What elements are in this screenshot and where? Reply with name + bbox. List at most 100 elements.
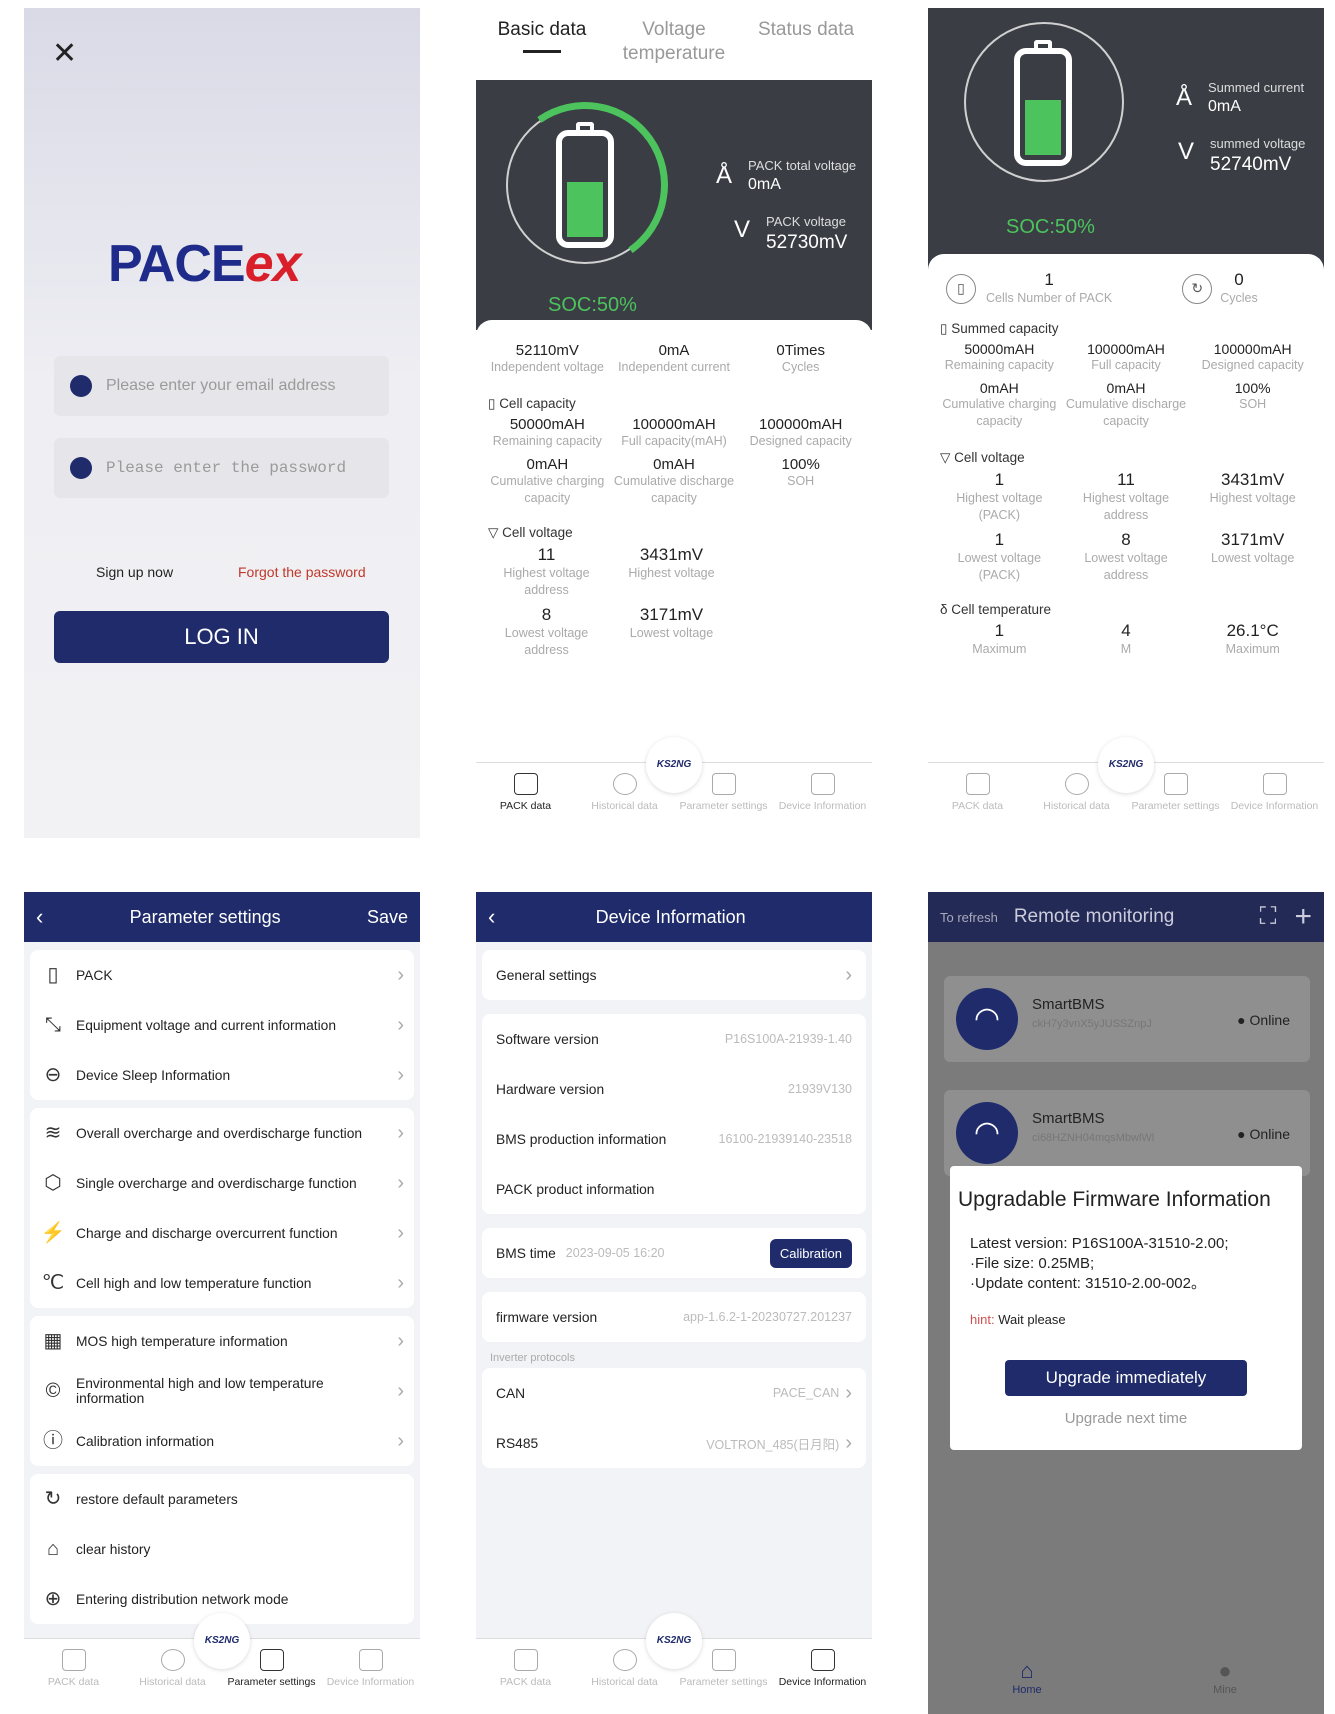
ksng-badge: KS2NG — [194, 1613, 250, 1669]
cell-temperature-title: δ Cell temperature — [940, 602, 1052, 617]
page-title: Device Information — [595, 906, 746, 927]
add-icon[interactable]: + — [1294, 900, 1312, 934]
setting-equipment-voltage[interactable]: ⤡ Equipment voltage and current informati… — [30, 1000, 414, 1050]
nav-home[interactable]: ⌂ Home — [928, 1644, 1126, 1714]
home-icon: ⌂ — [1020, 1658, 1034, 1683]
setting-mos-temperature[interactable]: ▦ MOS high temperature information › — [30, 1316, 414, 1366]
thermometer-icon: δ — [940, 602, 952, 617]
refresh-link[interactable]: To refresh — [940, 910, 998, 925]
back-icon[interactable]: ‹ — [36, 904, 43, 930]
battery-icon: ▯ — [47, 964, 59, 986]
voltage-icon: V — [734, 216, 751, 243]
hardware-version-row: Hardware version 21939V130 — [496, 1081, 852, 1097]
summary-card: ▯ 1 Cells Number of PACK ↻ 0 Cycles ▯ Summ… — [928, 254, 1324, 762]
setting-overcurrent[interactable]: ⚡ Charge and discharge overcurrent functi… — [30, 1208, 414, 1258]
page-title: Remote monitoring — [1013, 906, 1175, 927]
wifi-icon: ◠ — [956, 988, 1018, 1050]
cycles-icon: ↻ — [1182, 273, 1213, 304]
device-header: ‹ Device Information — [476, 892, 872, 942]
protocol-group: CAN PACE_CAN › RS485 VOLTRON_485(日月阳) › — [482, 1368, 866, 1468]
back-icon[interactable]: ‹ — [488, 904, 495, 930]
nav-pack-data[interactable]: PACK data — [476, 1639, 575, 1714]
pack-voltage-label: PACK voltage — [766, 214, 846, 229]
ksng-badge: KS2NG — [646, 1613, 702, 1669]
check-icon — [810, 1649, 835, 1671]
chevron-right-icon: › — [397, 1171, 404, 1194]
password-field[interactable] — [54, 438, 389, 498]
email-input[interactable] — [106, 377, 366, 395]
summary-hero: SOC:50% Å Summed current 0mA V summed vo… — [928, 8, 1324, 272]
rs485-row[interactable]: RS485 VOLTRON_485(日月阳) › — [482, 1418, 866, 1468]
document-icon — [711, 773, 736, 795]
settings-group-1: ▯ PACK › ⤡ Equipment voltage and current in… — [30, 950, 414, 1100]
scan-icon[interactable]: ⛶ — [1260, 903, 1277, 931]
setting-single-overcharge[interactable]: ⬡ Single overcharge and overdischarge fun… — [30, 1158, 414, 1208]
stat-current: 0mA Independent current — [618, 342, 730, 374]
pulse-icon — [61, 1649, 86, 1671]
ksng-badge: KS2NG — [1098, 737, 1154, 793]
independent-stats: 52110mV Independent voltage 0mA Independen… — [476, 320, 872, 376]
calibration-button[interactable]: Calibration — [769, 1238, 852, 1268]
firmware-group: firmware version app-1.6.2-1-20230727.201… — [482, 1292, 866, 1342]
tab-voltage-temperature[interactable]: Voltage temperature — [614, 18, 734, 80]
document-icon — [711, 1649, 736, 1671]
upgrade-later-button[interactable]: Upgrade next time — [950, 1410, 1302, 1427]
total-current-value: 0mA — [748, 176, 781, 193]
resize-icon: ⤡ — [45, 1014, 61, 1036]
pulse-icon — [513, 1649, 538, 1671]
battery-small-icon: ▯ — [940, 321, 952, 336]
nav-pack-data[interactable]: PACK data — [476, 763, 575, 838]
broom-icon: ⌂ — [46, 1538, 60, 1560]
setting-calibration[interactable]: ⓘ Calibration information › — [30, 1416, 414, 1466]
setting-cell-temperature[interactable]: ℃ Cell high and low temperature function › — [30, 1258, 414, 1308]
battery-icon — [1014, 40, 1072, 166]
nav-device-information[interactable]: Device Information — [773, 1639, 872, 1714]
device-information-screen: ‹ Device Information General settings › S… — [476, 892, 872, 1714]
login-screen: ✕ PACEex Sign up now Forgot the password… — [24, 8, 420, 838]
nav-mine[interactable]: ● Mine — [1126, 1644, 1324, 1714]
nav-device-information[interactable]: Device Information — [1225, 763, 1324, 838]
stat-voltage: 52110mV Independent voltage — [490, 342, 604, 374]
close-icon[interactable]: ✕ — [52, 36, 77, 71]
chevron-right-icon: › — [397, 1013, 404, 1036]
bms-time-row: BMS time 2023-09-05 16:20 Calibration — [482, 1228, 866, 1278]
restore-icon: ↻ — [44, 1488, 62, 1510]
pack-product-row[interactable]: PACK product information — [482, 1164, 866, 1214]
nav-device-information[interactable]: Device Information — [773, 763, 872, 838]
setting-overall-overcharge[interactable]: ≋ Overall overcharge and overdischarge fu… — [30, 1108, 414, 1158]
can-row[interactable]: CAN PACE_CAN › — [482, 1368, 866, 1418]
general-settings-row[interactable]: General settings › — [482, 950, 866, 1000]
hexagon-icon: ⬡ — [44, 1172, 62, 1194]
forgot-password-link[interactable]: Forgot the password — [238, 564, 366, 580]
tab-basic-data[interactable]: Basic data — [482, 18, 602, 80]
cells-cycles-row: ▯ 1 Cells Number of PACK ↻ 0 Cycles — [928, 254, 1324, 307]
nav-pack-data[interactable]: PACK data — [928, 763, 1027, 838]
lock-icon — [70, 457, 92, 479]
status-badge: ● Online — [1237, 1126, 1290, 1142]
tab-status-data[interactable]: Status data — [746, 18, 866, 80]
action-restore-defaults[interactable]: ↻ restore default parameters — [30, 1474, 414, 1524]
device-card[interactable]: ◠ SmartBMS ci68HZNH04mqsMbwlWl ● Online — [944, 1090, 1310, 1176]
device-card[interactable]: ◠ SmartBMS ckH7y3vnX5yJUSSZnpJ ● Online — [944, 976, 1310, 1062]
firmware-version-row: firmware version app-1.6.2-1-20230727.201… — [496, 1309, 852, 1325]
setting-device-sleep[interactable]: ⊖ Device Sleep Information › — [30, 1050, 414, 1100]
nav-pack-data[interactable]: PACK data — [24, 1639, 123, 1714]
voltage-small-icon: ▽ — [488, 525, 503, 540]
action-clear-history[interactable]: ⌂ clear history — [30, 1524, 414, 1574]
document-icon — [1163, 773, 1188, 795]
setting-environmental-temperature[interactable]: © Environmental high and low temperature … — [30, 1366, 414, 1416]
bottom-nav: KS2NG PACK data Historical data Paramete… — [928, 737, 1324, 838]
chip-icon: ▦ — [43, 1330, 63, 1352]
login-button[interactable]: LOG IN — [54, 611, 389, 663]
signup-link[interactable]: Sign up now — [96, 564, 173, 580]
save-button[interactable]: Save — [367, 907, 408, 928]
email-field[interactable] — [54, 356, 389, 416]
current-icon: Å — [1176, 84, 1193, 111]
inverter-protocols-title: Inverter protocols — [490, 1352, 575, 1364]
setting-pack[interactable]: ▯ PACK › — [30, 950, 414, 1000]
nav-device-information[interactable]: Device Information — [321, 1639, 420, 1714]
upgrade-immediately-button[interactable]: Upgrade immediately — [1005, 1360, 1247, 1396]
firmware-modal: Upgradable Firmware Information Latest v… — [950, 1166, 1302, 1450]
capacity-row-1: 50000mAH Remaining capacity 100000mAH Full… — [944, 341, 1304, 372]
password-input[interactable] — [106, 459, 366, 477]
